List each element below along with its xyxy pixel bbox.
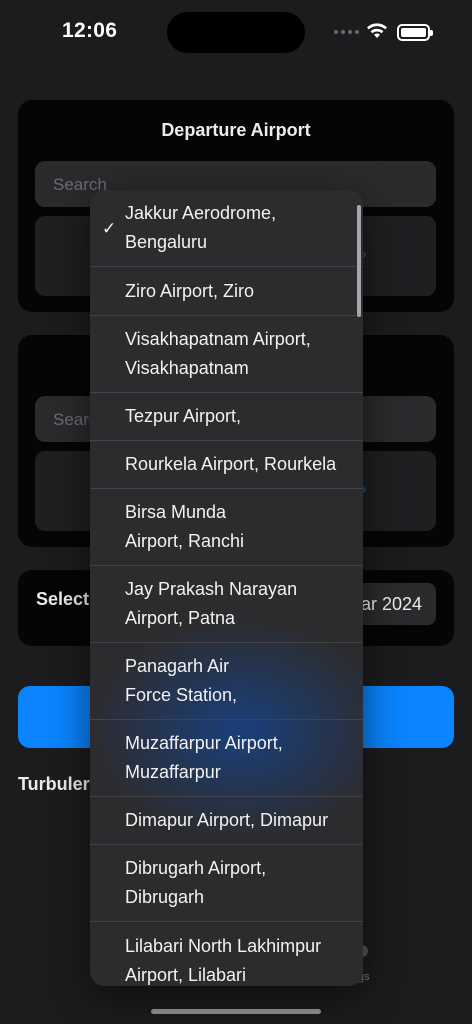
menu-item-label: Panagarh Air Force Station, [125, 656, 238, 705]
menu-item[interactable]: ✓ Jakkur Aerodrome, Bengaluru [90, 190, 363, 267]
checkmark-icon: ✓ [102, 218, 117, 238]
departure-title: Departure Airport [161, 120, 311, 140]
menu-item-label: Dimapur Airport, Dimapur [125, 810, 329, 830]
menu-item[interactable]: Panagarh Air Force Station, [90, 643, 363, 720]
home-indicator[interactable] [151, 1009, 321, 1014]
menu-item-label: Muzaffarpur Airport, Muzaffarpur [125, 733, 283, 782]
turbulence-label: Turbuler [18, 774, 90, 794]
menu-item-label: Lilabari North Lakhimpur Airport, Lilaba… [125, 935, 322, 985]
menu-item[interactable]: Dimapur Airport, Dimapur [90, 797, 363, 845]
airport-dropdown-menu[interactable]: ✓ Jakkur Aerodrome, Bengaluru Ziro Airpo… [90, 190, 363, 986]
menu-item[interactable]: Lilabari North Lakhimpur Airport, Lilaba… [90, 922, 363, 986]
menu-item-label: Jakkur Aerodrome, Bengaluru [125, 203, 277, 252]
menu-item[interactable]: Ziro Airport, Ziro [90, 267, 363, 316]
menu-item[interactable]: Birsa Munda Airport, Ranchi [90, 489, 363, 566]
menu-item[interactable]: Tezpur Airport, [90, 393, 363, 441]
menu-item-label: Tezpur Airport, [125, 406, 242, 426]
menu-item-label: Birsa Munda Airport, Ranchi [125, 502, 245, 551]
menu-item-label: Visakhapatnam Airport, Visakhapatnam [125, 329, 311, 378]
menu-item[interactable]: Visakhapatnam Airport, Visakhapatnam [90, 316, 363, 393]
menu-item-label: Jay Prakash Narayan Airport, Patna [125, 579, 298, 628]
menu-item-label: Rourkela Airport, Rourkela [125, 454, 337, 474]
menu-item[interactable]: Jay Prakash Narayan Airport, Patna [90, 566, 363, 643]
date-label: Select [36, 589, 90, 609]
menu-item-label: Dibrugarh Airport, Dibrugarh [125, 858, 267, 907]
menu-scrollbar[interactable] [357, 205, 361, 317]
menu-item[interactable]: Dibrugarh Airport, Dibrugarh [90, 845, 363, 922]
menu-item-label: Ziro Airport, Ziro [125, 280, 255, 301]
menu-item[interactable]: Rourkela Airport, Rourkela [90, 441, 363, 489]
menu-item[interactable]: Muzaffarpur Airport, Muzaffarpur [90, 720, 363, 797]
